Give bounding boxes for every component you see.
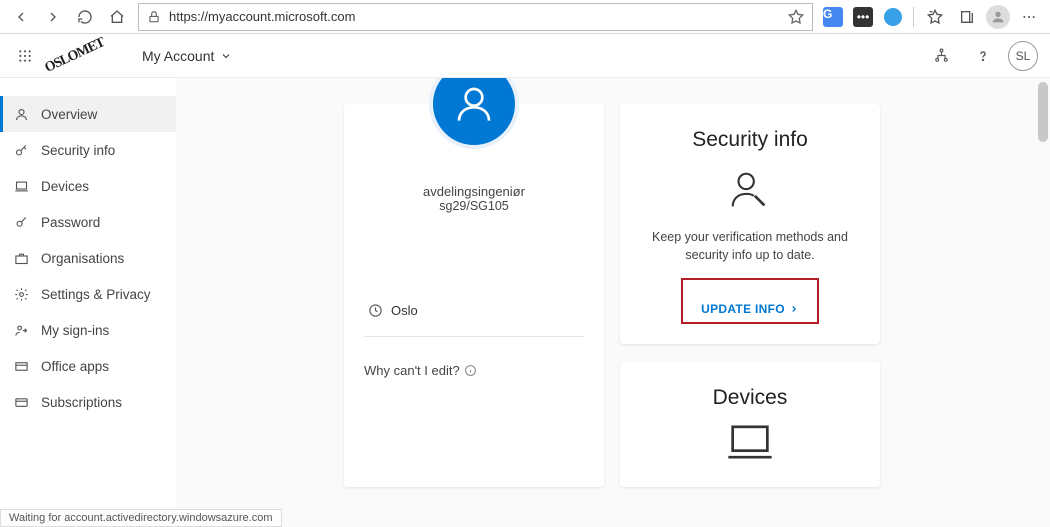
sidebar-label: Settings & Privacy xyxy=(41,287,151,302)
scrollbar-thumb[interactable] xyxy=(1038,82,1048,142)
sidebar-item-security[interactable]: Security info xyxy=(0,132,176,168)
profile-location: Oslo xyxy=(364,303,584,318)
signin-icon xyxy=(14,323,29,338)
profile-card: avdelingsingeniør sg29/SG105 Oslo Why ca… xyxy=(344,104,604,487)
content-area: avdelingsingeniør sg29/SG105 Oslo Why ca… xyxy=(176,78,1050,527)
app-header: OSLOMET My Account SL xyxy=(0,34,1050,78)
card-icon xyxy=(14,395,29,410)
browser-toolbar: https://myaccount.microsoft.com G ••• xyxy=(0,0,1050,34)
chevron-down-icon xyxy=(220,50,232,62)
account-label: My Account xyxy=(142,48,214,64)
refresh-button[interactable] xyxy=(70,2,100,32)
user-avatar[interactable]: SL xyxy=(1008,41,1038,71)
info-icon xyxy=(464,364,477,377)
sidebar-item-devices[interactable]: Devices xyxy=(0,168,176,204)
apps-icon xyxy=(14,359,29,374)
main-layout: Overview Security info Devices Password … xyxy=(0,78,1050,527)
help-icon[interactable] xyxy=(966,39,1000,73)
sidebar-item-password[interactable]: Password xyxy=(0,204,176,240)
sidebar-item-organisations[interactable]: Organisations xyxy=(0,240,176,276)
sidebar-label: Organisations xyxy=(41,251,124,266)
url-text: https://myaccount.microsoft.com xyxy=(169,9,780,24)
sidebar-label: Subscriptions xyxy=(41,395,122,410)
card-description: Keep your verification methods and secur… xyxy=(640,229,860,264)
sidebar-item-office[interactable]: Office apps xyxy=(0,348,176,384)
card-title: Devices xyxy=(713,386,788,410)
person-icon xyxy=(454,84,494,124)
favorites-button[interactable] xyxy=(920,2,950,32)
profile-title: avdelingsingeniør xyxy=(364,184,584,199)
address-bar[interactable]: https://myaccount.microsoft.com xyxy=(138,3,813,31)
laptop-icon xyxy=(724,422,776,467)
sidebar-item-settings[interactable]: Settings & Privacy xyxy=(0,276,176,312)
profile-subtitle: sg29/SG105 xyxy=(364,199,584,213)
sidebar-label: Security info xyxy=(41,143,115,158)
clock-icon xyxy=(368,303,383,318)
brand-logo: OSLOMET xyxy=(50,51,100,61)
laptop-icon xyxy=(14,179,29,194)
account-dropdown[interactable]: My Account xyxy=(142,48,232,64)
org-chart-icon[interactable] xyxy=(924,39,958,73)
sidebar-item-signins[interactable]: My sign-ins xyxy=(0,312,176,348)
sidebar-label: Overview xyxy=(41,107,97,122)
home-button[interactable] xyxy=(102,2,132,32)
collections-button[interactable] xyxy=(952,2,982,32)
card-title: Security info xyxy=(692,128,808,152)
translate-extension-icon[interactable]: G xyxy=(819,3,847,31)
lock-icon xyxy=(147,10,161,24)
extension-circle-icon[interactable] xyxy=(879,3,907,31)
sidebar-label: My sign-ins xyxy=(41,323,109,338)
back-button[interactable] xyxy=(6,2,36,32)
sidebar-item-overview[interactable]: Overview xyxy=(0,96,176,132)
extension-icon[interactable]: ••• xyxy=(849,3,877,31)
status-bar: Waiting for account.activedirectory.wind… xyxy=(0,509,282,527)
security-info-card: Security info Keep your verification met… xyxy=(620,104,880,344)
sidebar-label: Password xyxy=(41,215,100,230)
key-icon xyxy=(14,143,29,158)
person-icon xyxy=(14,107,29,122)
key-icon xyxy=(14,215,29,230)
security-person-icon xyxy=(727,168,773,219)
devices-card: Devices xyxy=(620,362,880,487)
gear-icon xyxy=(14,287,29,302)
chevron-right-icon xyxy=(789,304,799,314)
update-info-link[interactable]: UPDATE INFO xyxy=(701,302,799,316)
sidebar-label: Devices xyxy=(41,179,89,194)
favorite-icon[interactable] xyxy=(788,9,804,25)
sidebar-label: Office apps xyxy=(41,359,109,374)
more-button[interactable] xyxy=(1014,2,1044,32)
avatar xyxy=(429,78,519,149)
profile-button[interactable] xyxy=(984,3,1012,31)
sidebar: Overview Security info Devices Password … xyxy=(0,78,176,527)
forward-button[interactable] xyxy=(38,2,68,32)
highlight-annotation: UPDATE INFO xyxy=(681,278,819,324)
briefcase-icon xyxy=(14,251,29,266)
sidebar-item-subscriptions[interactable]: Subscriptions xyxy=(0,384,176,420)
separator xyxy=(913,7,914,27)
divider xyxy=(364,336,584,337)
why-cant-edit-link[interactable]: Why can't I edit? xyxy=(364,363,584,378)
app-launcher-button[interactable] xyxy=(8,39,42,73)
